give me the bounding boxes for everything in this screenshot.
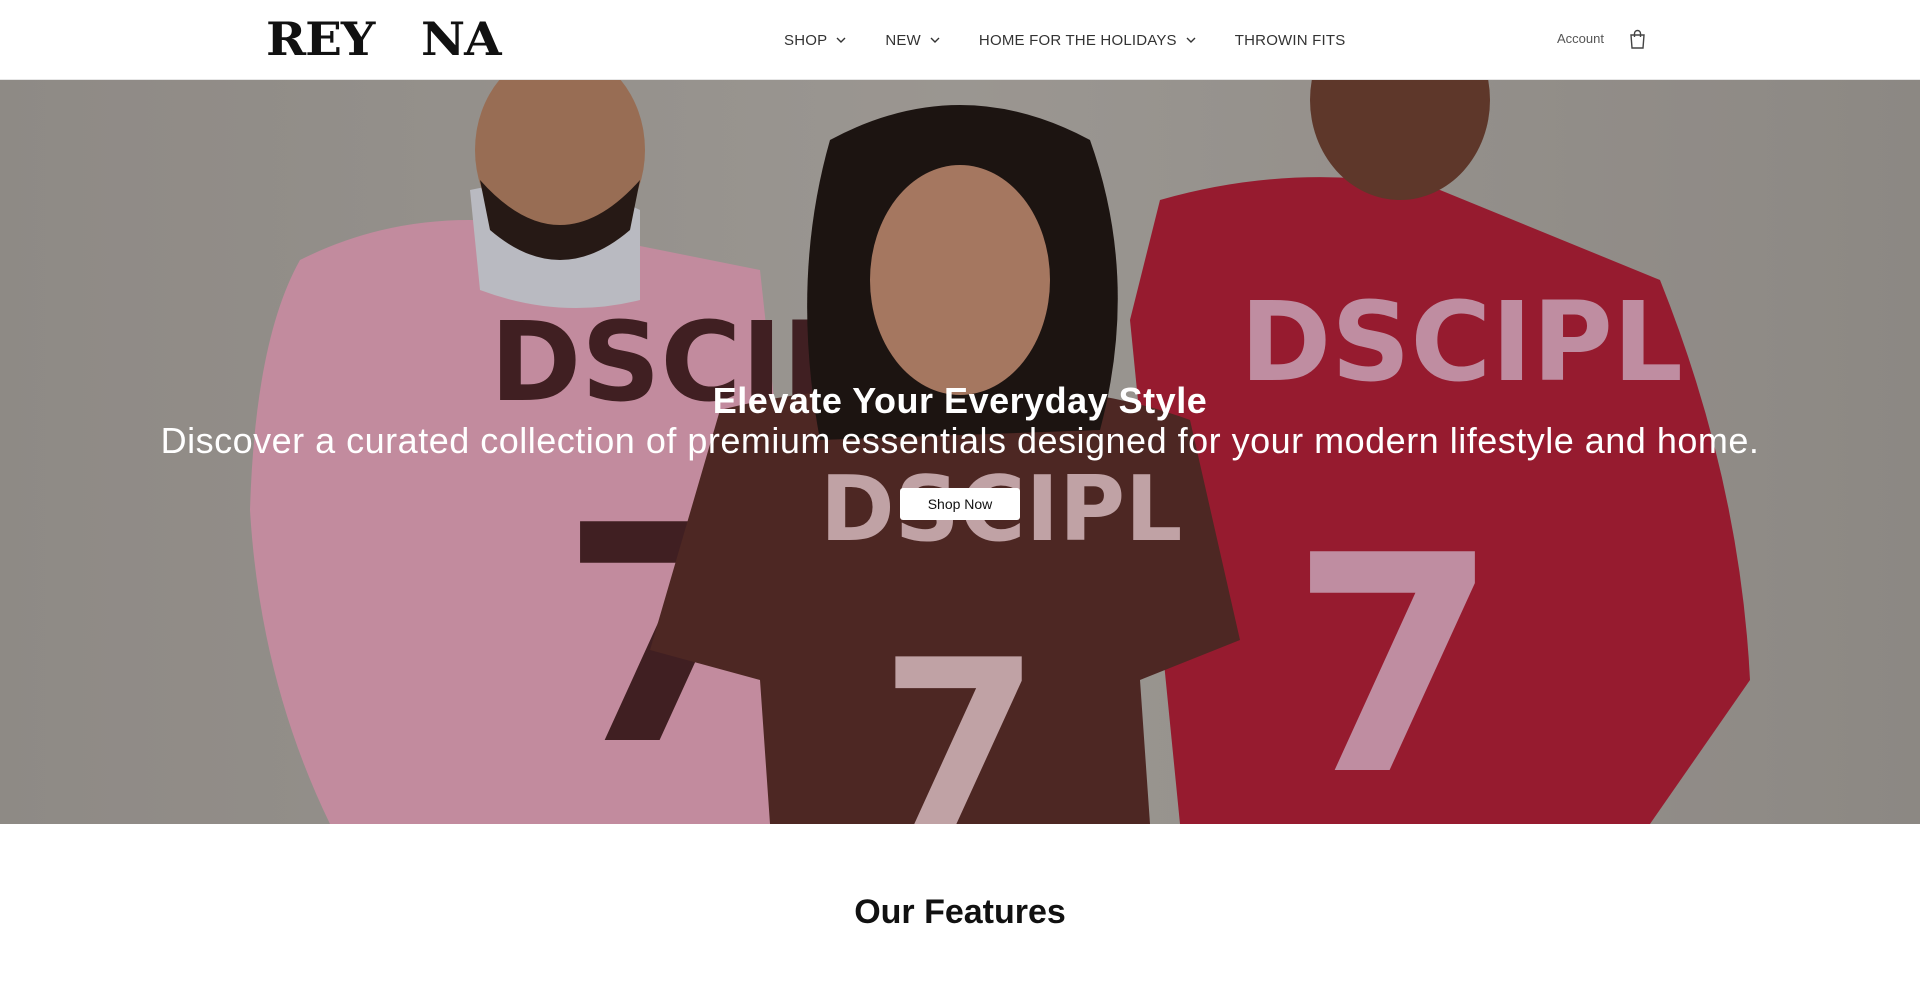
chevron-down-icon bbox=[930, 37, 940, 43]
nav-item-home-for-the-holidays[interactable]: HOME FOR THE HOLIDAYS bbox=[979, 32, 1197, 49]
nav-item-throwin-fits[interactable]: THROWIN FITS bbox=[1235, 32, 1346, 49]
account-link[interactable]: Account bbox=[1557, 31, 1604, 46]
chevron-down-icon bbox=[1186, 37, 1196, 43]
logo-text-left: REY bbox=[266, 12, 375, 66]
nav-item-label: SHOP bbox=[784, 31, 828, 49]
nav-item-label: NEW bbox=[885, 31, 921, 49]
features-heading: Our Features bbox=[854, 893, 1066, 931]
site-header: REY NA SHOP NEW HOME FOR THE HOLIDAYS TH… bbox=[0, 0, 1920, 80]
nav-item-label: HOME FOR THE HOLIDAYS bbox=[978, 31, 1177, 49]
hero-title: Elevate Your Everyday Style bbox=[712, 380, 1208, 421]
chevron-down-icon bbox=[836, 37, 846, 43]
brand-logo[interactable]: REY NA bbox=[266, 12, 502, 66]
nav-item-label: THROWIN FITS bbox=[1234, 31, 1346, 49]
nav-item-shop[interactable]: SHOP bbox=[784, 32, 847, 49]
shop-now-button[interactable]: Shop Now bbox=[900, 488, 1020, 520]
nav-item-new[interactable]: NEW bbox=[885, 32, 941, 49]
hero-subtitle: Discover a curated collection of premium… bbox=[160, 420, 1760, 461]
logo-text-right: NA bbox=[421, 12, 502, 66]
shopping-bag-icon[interactable] bbox=[1629, 29, 1646, 49]
main-nav: SHOP NEW HOME FOR THE HOLIDAYS THROWIN F… bbox=[784, 0, 1345, 80]
hero-banner: DSCIPL 7 DSCIPL 7 DSCIPL 7 Elevate Your … bbox=[0, 80, 1920, 824]
